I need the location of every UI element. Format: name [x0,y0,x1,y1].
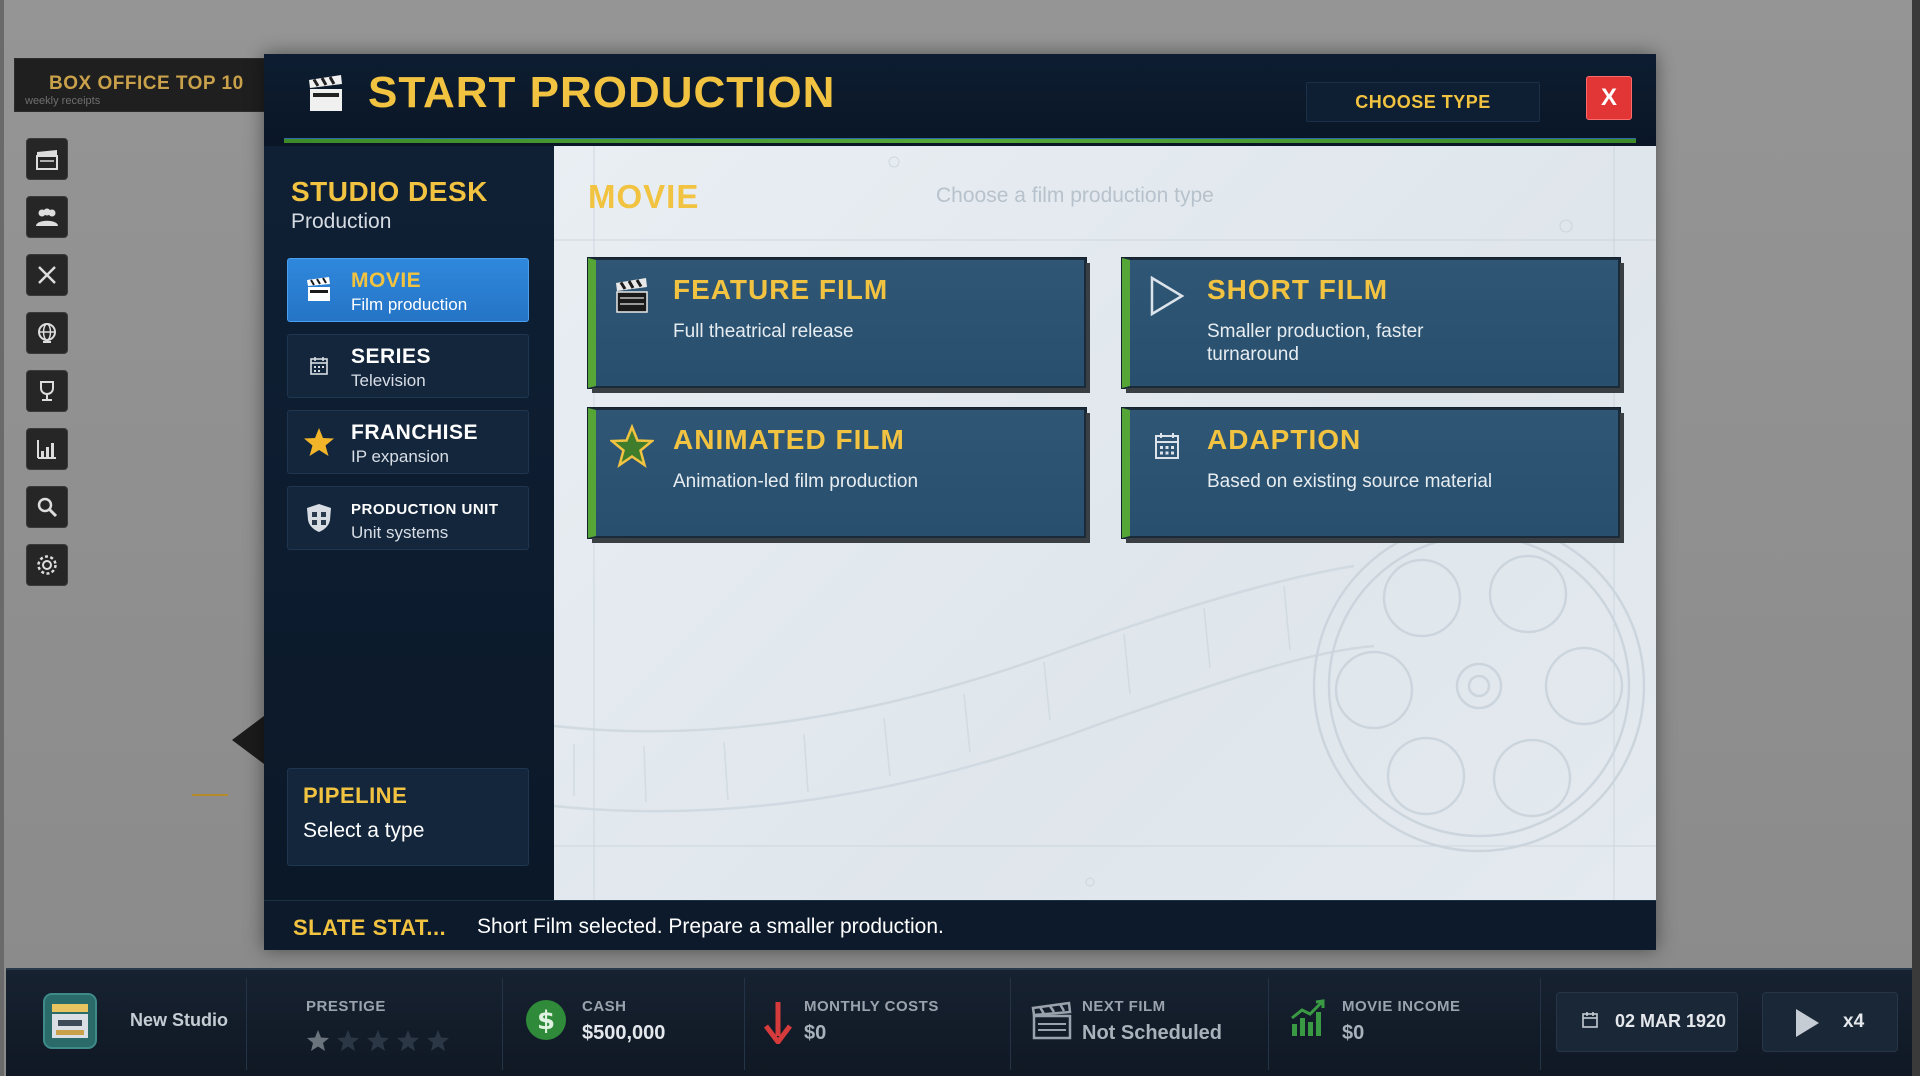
card-description: Animation-led film production [673,471,919,492]
sidebar-item-label: SERIES [351,345,432,368]
calendar-icon [1155,433,1179,459]
box-office-subtitle: weekly receipts [25,95,101,107]
monthly-costs-value: $0 [804,1022,827,1044]
sidebar-item-sub: Television [351,371,426,390]
clapper-icon [307,277,330,301]
gear-icon [37,555,57,575]
collapse-arrow[interactable] [232,716,264,764]
modal-header: START PRODUCTION CHOOSE TYPE X [264,54,1656,146]
sidebar-item-production-unit[interactable]: PRODUCTION UNIT Unit systems [287,486,529,550]
card-short-film[interactable]: SHORT FILM Smaller production, faster tu… [1122,258,1620,388]
sidebar-item-sub: Film production [351,295,468,314]
arrow-down-icon [764,1002,792,1044]
date-display[interactable]: 02 MAR 1920 [1556,992,1738,1052]
sidebar-item-sub: IP expansion [351,447,449,466]
start-production-modal: START PRODUCTION CHOOSE TYPE X STUDIO DE… [264,54,1656,950]
clapper-icon [616,278,648,313]
income-chart-icon [1291,999,1325,1036]
rail-search-button[interactable] [26,486,68,528]
movie-income-value: $0 [1342,1022,1365,1044]
card-title: ADAPTION [1207,424,1362,455]
card-description: Based on existing source material [1207,471,1493,492]
star-icon [307,1030,449,1051]
play-icon[interactable] [1793,1007,1821,1039]
production-type-content: MOVIE Choose a film production type FEAT… [554,146,1656,900]
sidebar-item-sub: Unit systems [351,523,449,542]
next-film-label: NEXT FILM [1082,998,1166,1015]
dollar-icon: $ [526,1000,566,1040]
tools-icon [38,266,56,284]
cash-value: $500,000 [582,1022,666,1044]
sidebar-item-label: FRANCHISE [351,421,479,444]
sidebar-item-franchise[interactable]: FRANCHISE IP expansion [287,410,529,474]
play-icon [1150,275,1185,317]
sidebar-item-movie[interactable]: MOVIE Film production [287,258,529,322]
sidebar-item-label: PRODUCTION UNIT [351,501,499,518]
section-hint: Choose a film production type [936,184,1214,207]
card-adaption[interactable]: ADAPTION Based on existing source materi… [1122,408,1620,538]
prestige-stars [306,1028,466,1054]
modal-title: START PRODUCTION [368,68,836,117]
pipeline-title: PIPELINE [303,783,408,808]
next-film-value: Not Scheduled [1082,1022,1223,1044]
left-edge [0,0,4,1076]
date-value: 02 MAR 1920 [1615,1011,1727,1031]
chart-icon [37,440,56,459]
clapper-icon [309,75,342,111]
studio-desk-sidebar: STUDIO DESK Production MOVIE Film produc… [264,146,554,900]
sidebar-item-series[interactable]: SERIES Television [287,334,529,398]
calendar-icon [310,357,328,375]
box-office-title: BOX OFFICE TOP 10 [49,73,244,94]
shield-icon [307,504,331,532]
sidebar-item-label: MOVIE [351,269,422,292]
speed-value: x4 [1843,1011,1865,1032]
rail-globe-button[interactable] [26,312,68,354]
rail-trophy-button[interactable] [26,370,68,412]
box-office-panel[interactable]: BOX OFFICE TOP 10 weekly receipts [14,58,276,112]
rail-people-button[interactable] [26,196,68,238]
movie-income-label: MOVIE INCOME [1342,998,1461,1015]
card-description: Full theatrical release [673,321,854,342]
star-icon [304,428,334,456]
speed-control[interactable]: x4 [1762,992,1898,1052]
rail-clapper-button[interactable] [26,138,68,180]
people-icon [36,208,58,226]
status-label: SLATE STAT... [293,915,447,940]
svg-text:$: $ [537,1006,555,1036]
slate-status-bar: SLATE STAT... Short Film selected. Prepa… [264,900,1656,950]
header-divider [284,138,1636,143]
globe-icon [38,323,56,343]
trophy-icon [40,381,54,401]
choose-type-button[interactable]: CHOOSE TYPE [1306,82,1540,122]
pipeline-panel: PIPELINE Select a type [287,768,529,866]
search-icon [37,497,58,518]
status-text: Short Film selected. Prepare a smaller p… [477,915,944,938]
monthly-costs-label: MONTHLY COSTS [804,998,939,1015]
card-animated-film[interactable]: ANIMATED FILM Animation-led film product… [588,408,1086,538]
calendar-icon [1582,1012,1598,1028]
sidebar-title: STUDIO DESK [291,176,488,207]
prestige-label: PRESTIGE [306,998,386,1015]
studio-icon [43,993,97,1049]
card-description: Smaller production, faster turnaround [1207,321,1424,365]
studio-name: New Studio [130,1010,228,1030]
right-edge [1912,0,1920,1076]
rail-tools-button[interactable] [26,254,68,296]
card-title: ANIMATED FILM [673,424,905,455]
section-title: MOVIE [588,178,700,215]
clapper-icon [1031,1001,1072,1040]
rail-settings-button[interactable] [26,544,68,586]
close-button[interactable]: X [1586,76,1632,120]
decorative-dash [192,794,228,796]
star-icon [610,424,654,468]
pipeline-value: Select a type [303,819,425,842]
card-title: SHORT FILM [1207,274,1389,305]
card-title: FEATURE FILM [673,274,889,305]
cash-label: CASH [582,998,627,1015]
card-feature-film[interactable]: FEATURE FILM Full theatrical release [588,258,1086,388]
sidebar-subtitle: Production [291,210,392,233]
bottom-hud: New Studio PRESTIGE $ CASH $500,000 MONT… [6,968,1912,1076]
rail-chart-button[interactable] [26,428,68,470]
clapper-icon [36,150,58,170]
